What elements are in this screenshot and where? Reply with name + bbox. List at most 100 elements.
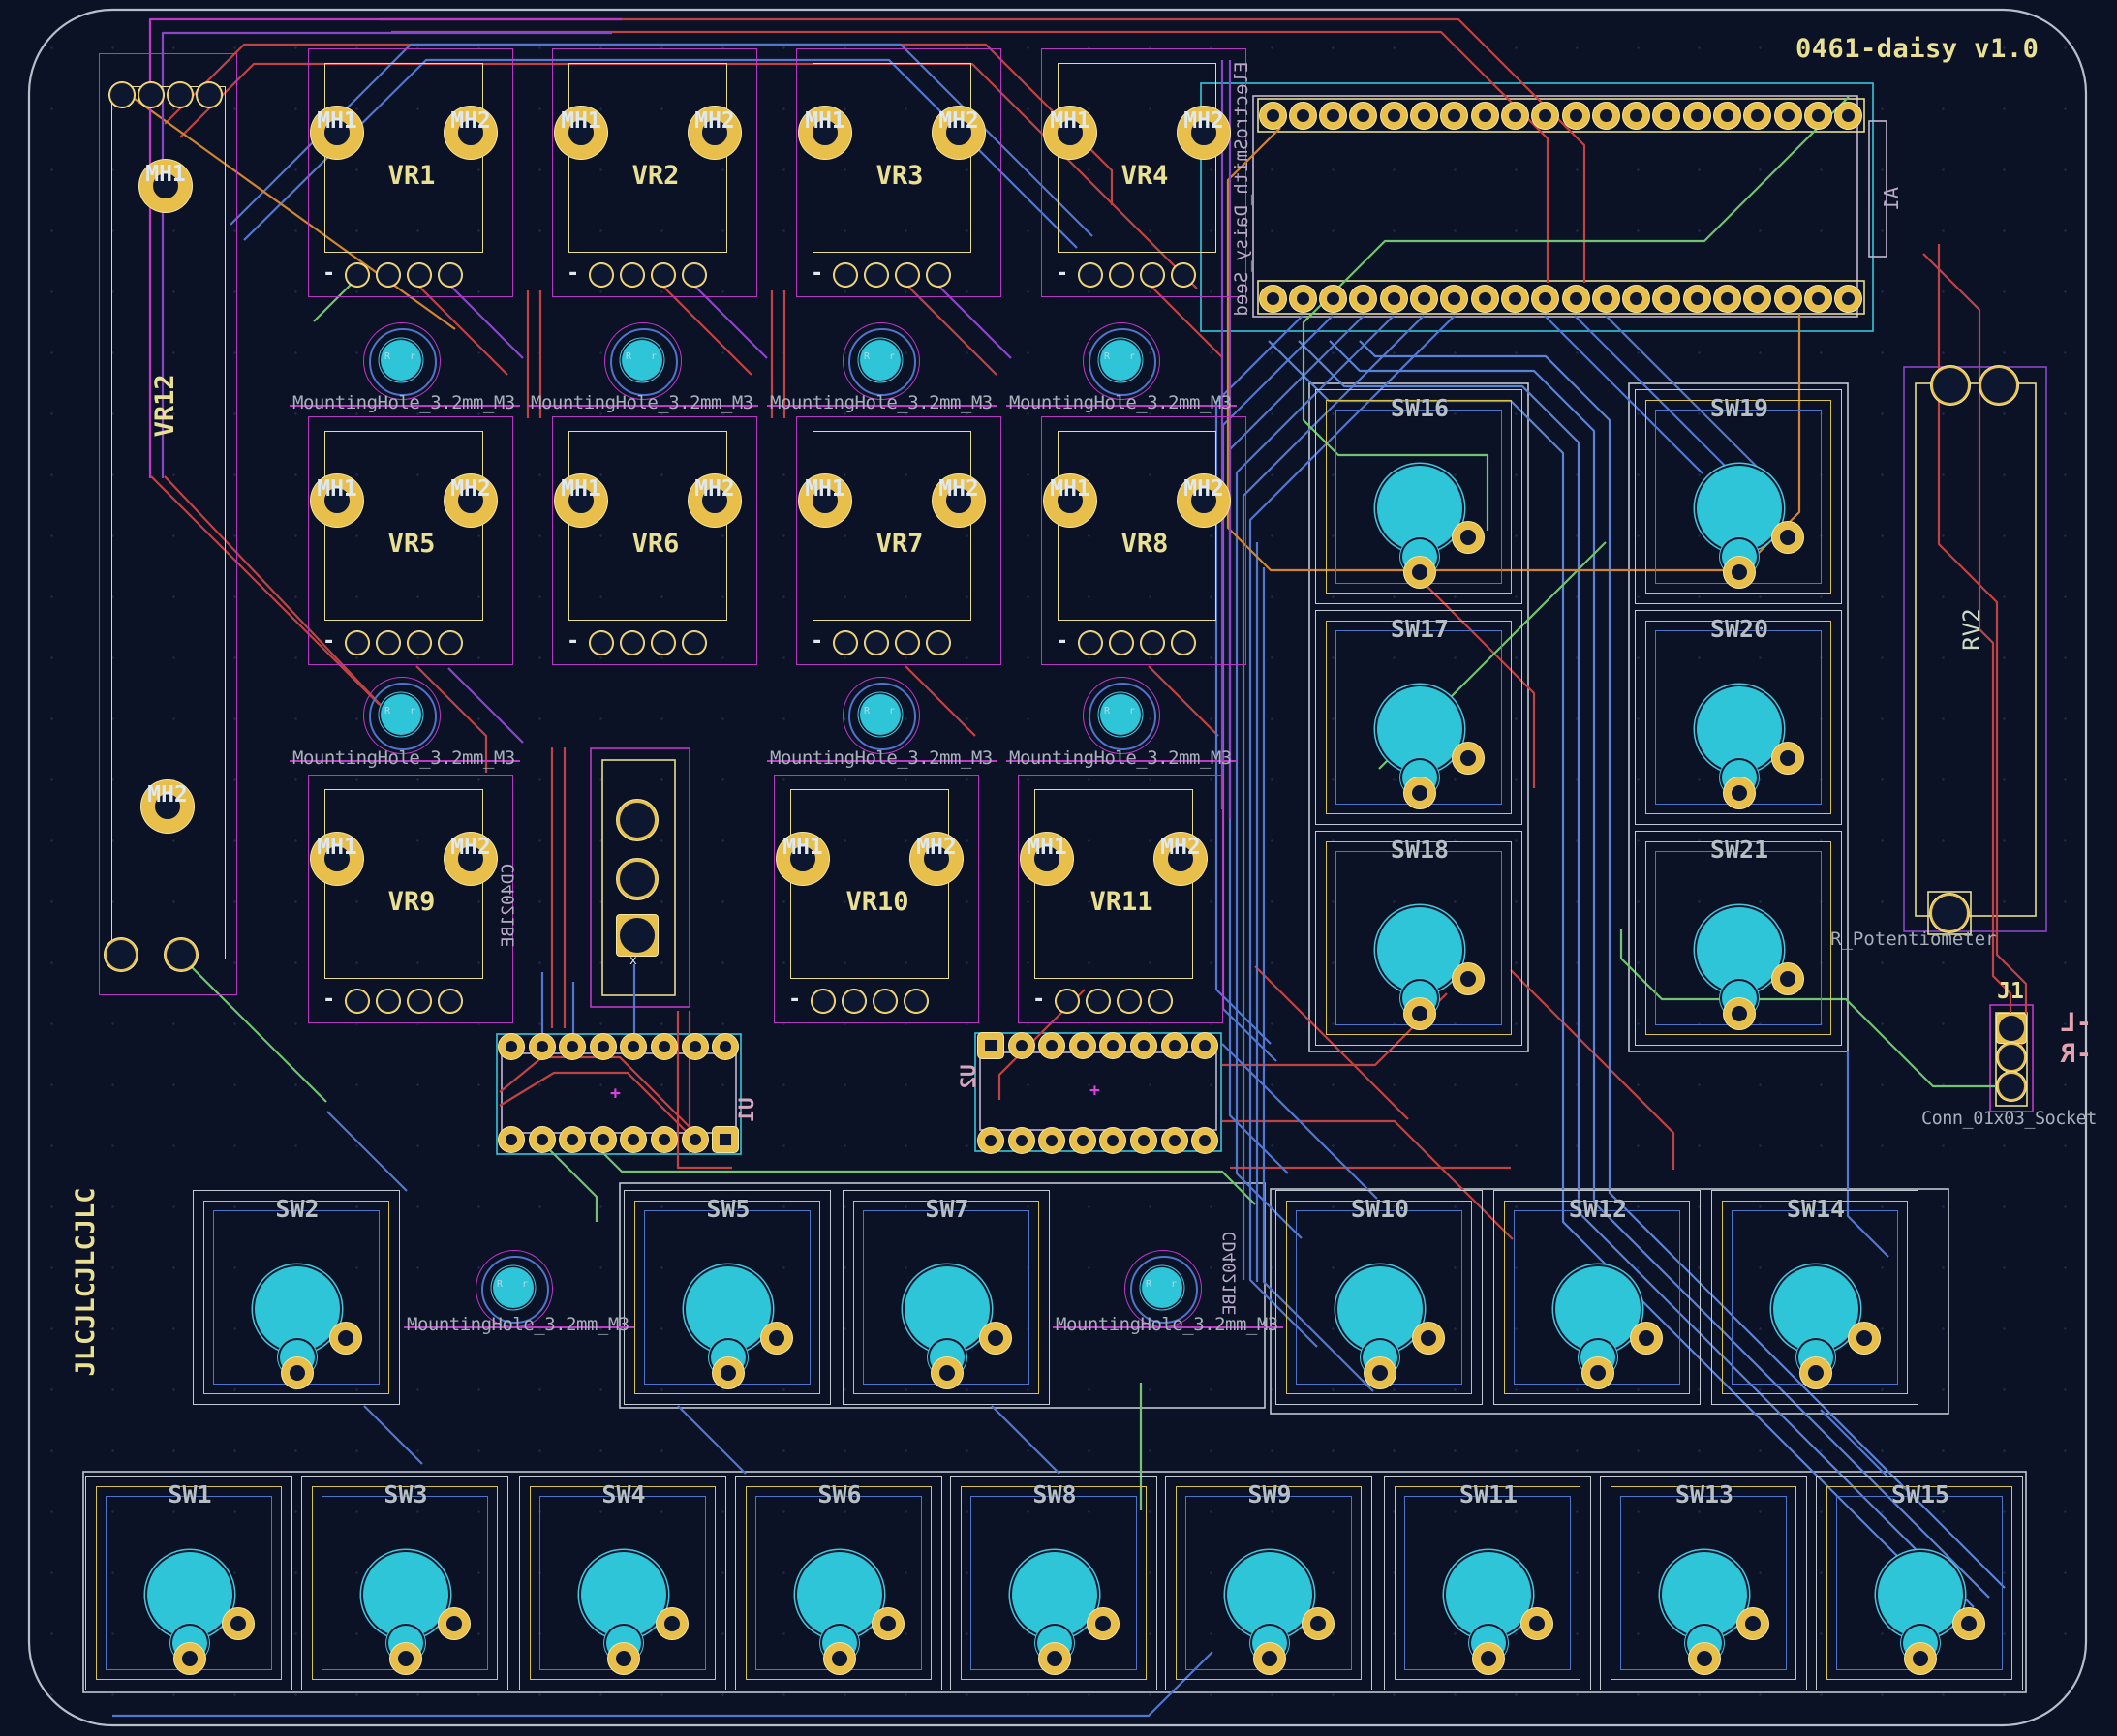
ref-label[interactable]: VR2 [553,162,758,191]
j1-pad[interactable] [1997,1043,2026,1072]
switch-pad-2[interactable] [1772,522,1803,553]
aux-footprint-pad[interactable] [617,800,658,840]
switch-label[interactable]: SW17 [1316,616,1523,643]
switch-pad-2[interactable] [1631,1323,1662,1354]
socket-pad[interactable] [1775,103,1801,129]
socket-pad[interactable] [1805,103,1831,129]
pot-pin[interactable] [1141,631,1164,655]
pot-pin[interactable] [874,990,897,1013]
pot-pin[interactable] [168,82,193,107]
ref-label[interactable]: VR7 [797,530,1002,559]
ic-pad[interactable] [1070,1128,1095,1153]
switch-pad-2[interactable] [1737,1608,1768,1639]
switch-sw19[interactable]: SW19 [1635,389,1842,604]
ic-pad[interactable] [1039,1033,1064,1058]
switch-pad-1[interactable] [1724,777,1755,808]
rv2-pad[interactable] [1930,894,1969,932]
pot-pin[interactable] [1110,263,1133,287]
switch-pad-2[interactable] [1849,1323,1880,1354]
switch-pad-2[interactable] [439,1608,470,1639]
pot-pin[interactable] [590,263,613,287]
mounting-hole-label[interactable]: MountingHole_3.2mm_M3 [770,393,993,413]
switch-pad-1[interactable] [1724,557,1755,588]
j1-value-label[interactable]: Conn_01x03_Socket [1921,1110,2097,1129]
socket-pad[interactable] [1835,103,1861,129]
switch-label[interactable]: SW15 [1817,1481,2024,1508]
pot-pin[interactable] [652,631,675,655]
socket-pad[interactable] [1623,103,1649,129]
footprint-vr11[interactable]: MH1MH2VR11- [1018,775,1223,1023]
ref-label[interactable]: VR12 [151,309,180,503]
switch-label[interactable]: SW10 [1276,1196,1484,1223]
pot-pin[interactable] [1172,263,1195,287]
switch-pad-1[interactable] [1365,1357,1396,1388]
switch-pad-2[interactable] [1521,1608,1552,1639]
switch-pad-1[interactable] [608,1643,639,1674]
pot-pin[interactable] [1079,631,1102,655]
mounting-hole[interactable]: Rr [363,322,439,398]
socket-pad[interactable] [1320,103,1346,129]
pot-pin[interactable] [1079,263,1102,287]
footprint-vr2[interactable]: MH1MH2VR2- [552,48,757,297]
pot-pin[interactable] [590,631,613,655]
mounting-hole[interactable]: Rr [363,677,439,752]
pot-pin[interactable] [1172,631,1195,655]
rv2-value-label[interactable]: R_Potentiometer [1830,929,1997,950]
ic-pad[interactable] [499,1127,524,1152]
switch-label[interactable]: SW14 [1712,1196,1919,1223]
socket-pad[interactable] [1411,103,1437,129]
socket-pad[interactable] [1835,286,1861,312]
switch-sw18[interactable]: SW18 [1315,831,1522,1046]
switch-pad-2[interactable] [761,1323,792,1354]
socket-pad[interactable] [1502,286,1528,312]
ref-label[interactable]: VR5 [309,530,514,559]
rv2-pad[interactable] [1931,366,1970,405]
switch-pad-2[interactable] [873,1608,904,1639]
switch-label[interactable]: SW16 [1316,395,1523,422]
mounting-hole[interactable]: Rr [1083,322,1158,398]
pot-pin[interactable] [927,263,950,287]
switch-sw11[interactable]: SW11 [1384,1476,1591,1690]
socket-pad[interactable] [1623,286,1649,312]
switch-sw10[interactable]: SW10 [1275,1190,1483,1405]
ref-label[interactable]: VR1 [309,162,514,191]
pot-pin[interactable] [683,263,706,287]
socket-pad[interactable] [1684,103,1710,129]
socket-pad[interactable] [1320,286,1346,312]
mounting-hole-label[interactable]: MountingHole_3.2mm_M3 [292,748,515,769]
pot-pin[interactable] [1087,990,1110,1013]
switch-sw1[interactable]: SW1 [85,1476,292,1690]
switch-label[interactable]: SW6 [736,1481,943,1508]
socket-pad[interactable] [1532,103,1558,129]
mounting-hole-label[interactable]: MountingHole_3.2mm_M3 [531,393,753,413]
switch-pad-2[interactable] [1303,1608,1334,1639]
switch-label[interactable]: SW4 [520,1481,727,1508]
ic-pad[interactable] [1162,1128,1187,1153]
ref-label[interactable]: VR9 [309,888,514,917]
ic-pad[interactable] [652,1127,677,1152]
ic-pad[interactable] [530,1127,555,1152]
pot-pin[interactable] [377,263,400,287]
switch-label[interactable]: SW9 [1166,1481,1373,1508]
ic-pad[interactable] [978,1033,1003,1058]
socket-pad[interactable] [1593,103,1619,129]
pot-pin[interactable] [377,631,400,655]
aux-footprint-pad[interactable] [617,859,658,899]
pot-pin[interactable] [165,938,198,971]
pot-pin[interactable] [346,990,369,1013]
ic-pad[interactable] [1131,1033,1156,1058]
switch-pad-1[interactable] [1404,777,1435,808]
pot-pin[interactable] [346,631,369,655]
switch-label[interactable]: SW1 [86,1481,293,1508]
pot-pin[interactable] [105,938,138,971]
ref-label[interactable]: VR11 [1019,888,1224,917]
socket-ref-label[interactable]: A1 [1881,169,1900,228]
footprint-vr4[interactable]: MH1MH2VR4- [1041,48,1246,297]
pot-pin[interactable] [905,990,928,1013]
switch-sw8[interactable]: SW8 [950,1476,1157,1690]
pot-pin[interactable] [896,631,919,655]
switch-pad-1[interactable] [1039,1643,1070,1674]
ic-pad[interactable] [560,1034,585,1059]
switch-label[interactable]: SW20 [1636,616,1843,643]
socket-pad[interactable] [1441,103,1467,129]
